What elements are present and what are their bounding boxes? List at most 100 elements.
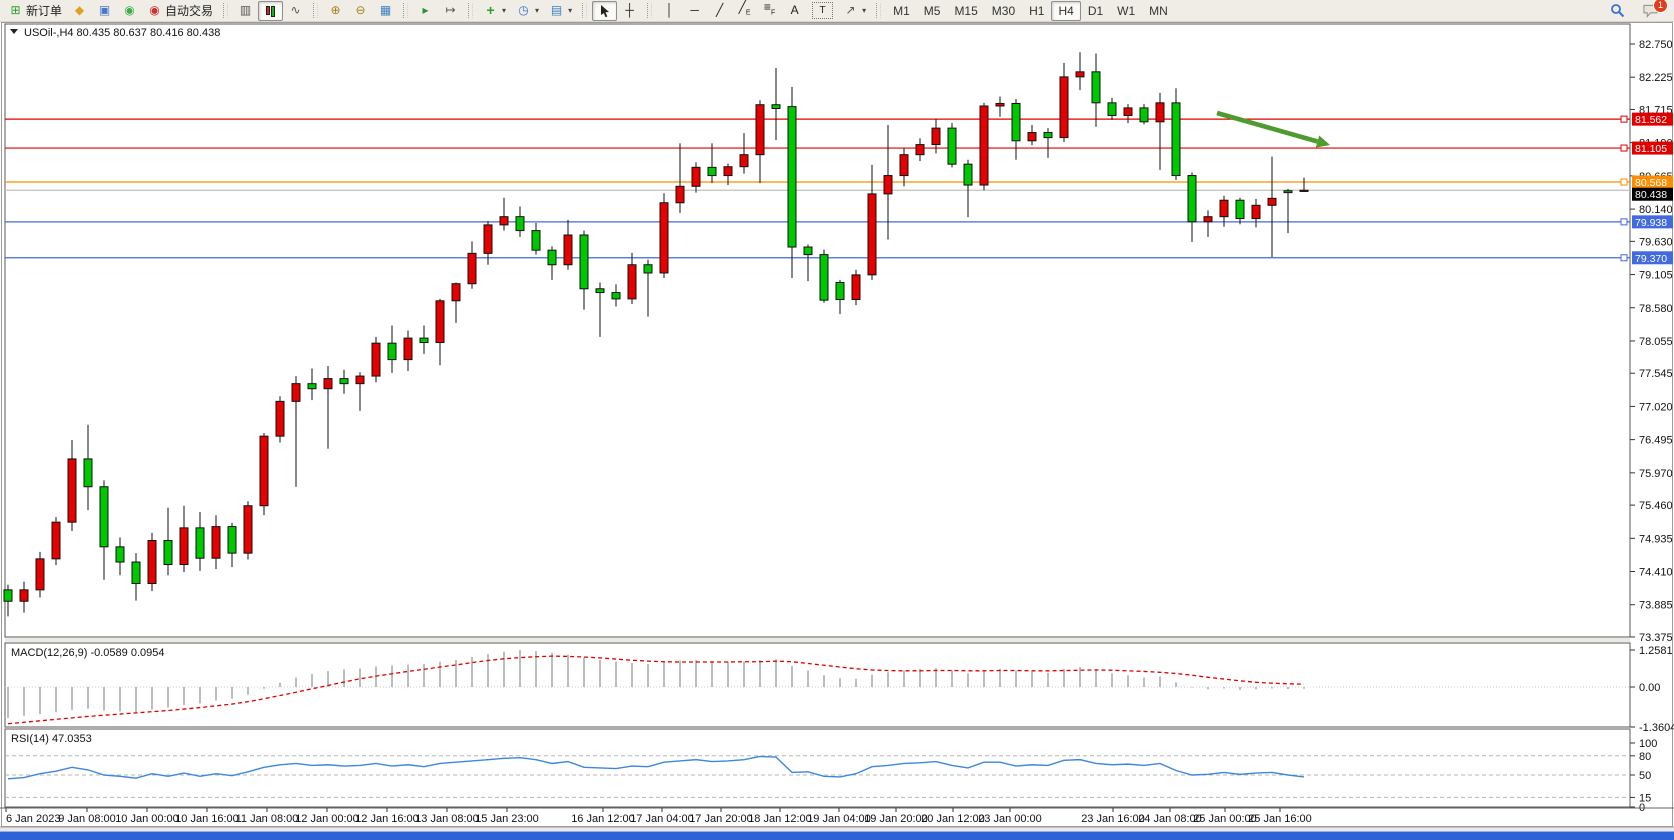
- tf-m15-button[interactable]: M15: [947, 1, 984, 21]
- cursor-button[interactable]: [592, 1, 617, 21]
- zoom-in-button[interactable]: ⊕: [323, 1, 348, 21]
- line-handle[interactable]: [1621, 179, 1627, 185]
- rsi-pane[interactable]: [5, 729, 1630, 807]
- text-icon: A: [787, 3, 802, 18]
- auto-trading-button[interactable]: ◉自动交易: [142, 1, 218, 21]
- search-button[interactable]: [1605, 1, 1630, 21]
- trendline-icon: ╱: [712, 3, 727, 18]
- fibonacci-button[interactable]: ≡F: [757, 1, 782, 21]
- templates-button[interactable]: ▤▾: [544, 1, 577, 21]
- tf-h4-button[interactable]: H4: [1051, 1, 1080, 21]
- tf-m30-button[interactable]: M30: [985, 1, 1022, 21]
- macd-tick-label: 1.2581: [1639, 645, 1673, 657]
- cursor-icon: [597, 3, 612, 18]
- candle-body: [388, 343, 396, 359]
- periods-button[interactable]: ◷▾: [511, 1, 544, 21]
- candle-body: [372, 343, 380, 376]
- notifications-button[interactable]: 1: [1638, 1, 1663, 21]
- zoom-out-button[interactable]: ⊖: [348, 1, 373, 21]
- tf-m5-button[interactable]: M5: [917, 1, 948, 21]
- label-button[interactable]: T: [807, 1, 838, 21]
- chart-canvas[interactable]: USOil-,H4 80.435 80.637 80.416 80.43882.…: [0, 0, 1674, 840]
- arrows-icon: ↗: [843, 3, 858, 18]
- candle-body: [900, 155, 908, 176]
- indicators-button[interactable]: +▾: [478, 1, 511, 21]
- price-badge-79.938: 79.938: [1632, 215, 1673, 229]
- auto-scroll-icon: ▸: [418, 3, 433, 18]
- candle-body: [772, 105, 780, 109]
- new-order-button[interactable]: ⊞新订单: [3, 1, 67, 21]
- macd-pane[interactable]: [5, 643, 1630, 727]
- channel-button[interactable]: ╱E: [732, 1, 757, 21]
- auto-scroll-button[interactable]: ▸: [413, 1, 438, 21]
- line-chart-button[interactable]: ∿: [283, 1, 308, 21]
- text-button[interactable]: A: [782, 1, 807, 21]
- tf-m1-button[interactable]: M1: [886, 1, 917, 21]
- toolbar-group-objects: │─ ╱ ╱E≡F AT↗▾: [657, 1, 871, 21]
- trendline-button[interactable]: ╱: [707, 1, 732, 21]
- tf-m5-button-label: M5: [924, 4, 941, 18]
- chart-shift-button[interactable]: ↦: [438, 1, 463, 21]
- time-tick-label: 10 Jan 00:00: [115, 813, 179, 825]
- candle-body: [68, 459, 76, 522]
- candle-body: [1172, 103, 1180, 176]
- horizontal-line-button[interactable]: ─: [682, 1, 707, 21]
- toolbar-group-zoom: ⊕ ⊖ ▦: [323, 1, 398, 21]
- line-handle[interactable]: [1621, 255, 1627, 261]
- time-tick-label: 12 Jan 00:00: [295, 813, 359, 825]
- toolbar-separator: [647, 3, 652, 18]
- candle-body: [20, 590, 28, 601]
- candle-body: [1268, 198, 1276, 205]
- tf-mn-button-label: MN: [1149, 4, 1168, 18]
- line-handle[interactable]: [1621, 116, 1627, 122]
- terminal-button[interactable]: ▣: [92, 1, 117, 21]
- tf-w1-button-label: W1: [1117, 4, 1135, 18]
- arrows-button[interactable]: ↗▾: [838, 1, 871, 21]
- candle-body: [276, 401, 284, 436]
- candle-body: [180, 528, 188, 565]
- signals-button[interactable]: ◉: [117, 1, 142, 21]
- tf-w1-button[interactable]: W1: [1110, 1, 1142, 21]
- candle-body: [1124, 108, 1132, 116]
- time-tick-label: 17 Jan 20:00: [689, 813, 753, 825]
- candle-body: [564, 235, 572, 265]
- candle-body: [548, 250, 556, 265]
- crosshair-button[interactable]: ┼: [617, 1, 642, 21]
- rsi-tick-label: 100: [1639, 738, 1657, 750]
- zoom-out-icon: ⊖: [353, 3, 368, 18]
- macd-tick-label: -1.3604: [1639, 722, 1674, 734]
- vertical-line-button[interactable]: │: [657, 1, 682, 21]
- price-tick-label: 77.020: [1639, 401, 1673, 413]
- tf-mn-button[interactable]: MN: [1142, 1, 1175, 21]
- bar-chart-button[interactable]: ▥: [233, 1, 258, 21]
- candle-body: [1092, 72, 1100, 103]
- tf-h1-button[interactable]: H1: [1022, 1, 1051, 21]
- time-tick-label: 23 Jan 00:00: [978, 813, 1042, 825]
- time-tick-label: 6 Jan 2023: [6, 813, 60, 825]
- candle-body: [1204, 217, 1212, 222]
- pane-splitter[interactable]: [5, 638, 1630, 642]
- line-handle[interactable]: [1621, 219, 1627, 225]
- market-watch-button[interactable]: ◆: [67, 1, 92, 21]
- chevron-down-icon: ▾: [535, 6, 539, 15]
- tile-icon: ▦: [378, 3, 393, 18]
- candle-body: [132, 562, 140, 584]
- tf-d1-button[interactable]: D1: [1081, 1, 1110, 21]
- toolbar-group-pointer: ┼: [592, 1, 642, 21]
- candle-body: [292, 384, 300, 402]
- symbol-title[interactable]: USOil-,H4 80.435 80.637 80.416 80.438: [10, 27, 220, 39]
- candlestick-button[interactable]: [258, 1, 283, 21]
- rsi-label: RSI(14) 47.0353: [11, 733, 92, 745]
- tf-h1-button-label: H1: [1029, 4, 1044, 18]
- candle-body: [308, 384, 316, 389]
- window-bottom-strip: [0, 827, 1674, 831]
- time-tick-label: 9 Jan 08:00: [58, 813, 116, 825]
- price-badge-label: 81.105: [1635, 143, 1667, 155]
- tile-windows-button[interactable]: ▦: [373, 1, 398, 21]
- candle-body: [516, 217, 524, 231]
- candle-body: [708, 167, 716, 175]
- line-chart-icon: ∿: [288, 3, 303, 18]
- line-handle[interactable]: [1621, 145, 1627, 151]
- price-badge-81.562: 81.562: [1632, 113, 1673, 127]
- time-tick-label: 15 Jan 23:00: [475, 813, 539, 825]
